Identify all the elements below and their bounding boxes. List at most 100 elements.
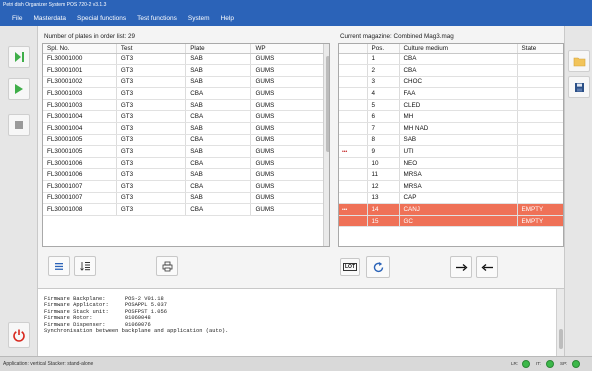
table-row[interactable]: FL30001007 GT3 CBA GUMS [43,180,329,193]
table-row[interactable]: FL30001003 GT3 SAB GUMS [43,99,329,112]
magazine-row[interactable]: 1 CBA [339,53,563,66]
magazine-table-header: Pos. Culture medium State [339,44,563,54]
magazine-row-empty[interactable]: ••• 14 CANJ EMPTY [339,203,563,216]
scrollbar-thumb[interactable] [559,329,563,349]
column-header-state[interactable]: State [517,44,563,54]
print-button[interactable] [156,256,178,276]
column-header-culture-medium[interactable]: Culture medium [399,44,518,54]
status-indicator-label-it: IT: [536,361,541,366]
magazine-row[interactable]: 2 CBA [339,64,563,77]
magazine-row[interactable]: 6 MH [339,110,563,124]
cell-wp: GUMS [250,203,329,216]
table-row[interactable]: FL30001003 GT3 CBA GUMS [43,87,329,100]
table-row[interactable]: FL30001001 GT3 SAB GUMS [43,64,329,77]
column-header-wp[interactable]: WP [250,44,329,54]
cell-pos: 4 [367,87,400,100]
move-right-button[interactable] [450,256,472,278]
table-row[interactable]: FL30001006 GT3 SAB GUMS [43,168,329,182]
stop-button[interactable] [8,114,30,136]
cell-state [517,145,563,158]
cell-culture-medium: MH NAD [399,122,518,135]
cell-plate: SAB [185,53,252,66]
folder-icon [573,57,585,66]
move-left-button[interactable] [476,256,498,278]
table-row[interactable]: FL30001000 GT3 SAB GUMS [43,53,329,66]
cell-spl-no: FL30001007 [43,192,117,205]
cell-test: GT3 [116,157,187,170]
play-button[interactable] [8,78,30,100]
table-row[interactable]: FL30001005 GT3 SAB GUMS [43,145,329,158]
list-view-button[interactable] [48,256,70,276]
magazine-row[interactable]: 13 CAP [339,192,563,205]
sort-list-button[interactable] [74,256,96,276]
menu-help[interactable]: Help [221,15,234,22]
magazine-row[interactable]: 12 MRSA [339,180,563,193]
status-indicator-label-sp: SP: [560,361,568,366]
log-scrollbar[interactable] [556,289,564,356]
cell-test: GT3 [116,64,187,77]
cell-wp: GUMS [250,145,329,158]
cell-culture-medium: SAB [399,134,518,147]
menu-file[interactable]: File [12,15,22,22]
open-button[interactable] [568,50,590,72]
magazine-row[interactable]: 7 MH NAD [339,122,563,135]
lot-icon: LOT [343,263,357,271]
cell-state [517,157,563,170]
menu-masterdata[interactable]: Masterdata [33,15,66,22]
status-led-it [546,360,554,368]
right-toolbar [564,26,592,356]
arrow-right-icon [455,263,467,271]
status-indicator-label-lr: LR: [511,361,519,366]
column-header-test[interactable]: Test [116,44,187,54]
magazine-row[interactable]: 3 CHOC [339,76,563,89]
step-forward-button[interactable] [8,46,30,68]
magazine-row-empty[interactable]: 15 GC EMPTY [339,215,563,228]
magazine-row[interactable]: 11 MRSA [339,168,563,182]
cell-spl-no: FL30001006 [43,168,117,182]
cell-test: GT3 [116,122,187,135]
cell-marker: ••• [339,203,368,216]
table-row[interactable]: FL30001006 GT3 CBA GUMS [43,157,329,170]
cell-plate: CBA [185,180,252,193]
table-row[interactable]: FL30001008 GT3 CBA GUMS [43,203,329,216]
column-header-spl-no[interactable]: Spl. No. [43,44,117,54]
table-row[interactable]: FL30001004 GT3 CBA GUMS [43,110,329,124]
menu-special-functions[interactable]: Special functions [77,15,126,22]
cell-test: GT3 [116,76,187,89]
column-header-pos[interactable]: Pos. [367,44,400,54]
save-button[interactable] [568,76,590,98]
table-row[interactable]: FL30001005 GT3 CBA GUMS [43,134,329,147]
cell-state [517,122,563,135]
magazine-row[interactable]: ••• 9 UTI [339,145,563,158]
cell-wp: GUMS [250,110,329,124]
table-row[interactable]: FL30001004 GT3 SAB GUMS [43,122,329,135]
cell-state [517,110,563,124]
cell-state [517,134,563,147]
cell-culture-medium: CBA [399,64,518,77]
status-text: Application: vertical Stacker: stand-alo… [3,361,94,367]
cell-marker: ••• [339,145,368,158]
menu-system[interactable]: System [188,15,210,22]
cell-plate: CBA [185,110,252,124]
order-table-scrollbar[interactable] [323,44,329,246]
table-row[interactable]: FL30001002 GT3 SAB GUMS [43,76,329,89]
lot-button[interactable]: LOT [340,258,360,276]
cell-state [517,76,563,89]
cell-spl-no: FL30001004 [43,122,117,135]
magazine-row[interactable]: 5 CLED [339,99,563,112]
cell-culture-medium: CANJ [399,203,518,216]
cell-culture-medium: MRSA [399,168,518,182]
magazine-row[interactable]: 4 FAA [339,87,563,100]
power-button[interactable] [8,322,30,348]
cell-pos: 15 [367,215,400,228]
magazine-row[interactable]: 10 NEO [339,157,563,170]
cell-pos: 9 [367,145,400,158]
magazine-row[interactable]: 8 SAB [339,134,563,147]
refresh-button[interactable] [366,256,390,278]
scrollbar-thumb[interactable] [326,56,329,152]
menu-test-functions[interactable]: Test functions [137,15,177,22]
cell-state: EMPTY [517,215,563,228]
table-row[interactable]: FL30001007 GT3 SAB GUMS [43,192,329,205]
column-header-plate[interactable]: Plate [185,44,252,54]
cell-pos: 3 [367,76,400,89]
